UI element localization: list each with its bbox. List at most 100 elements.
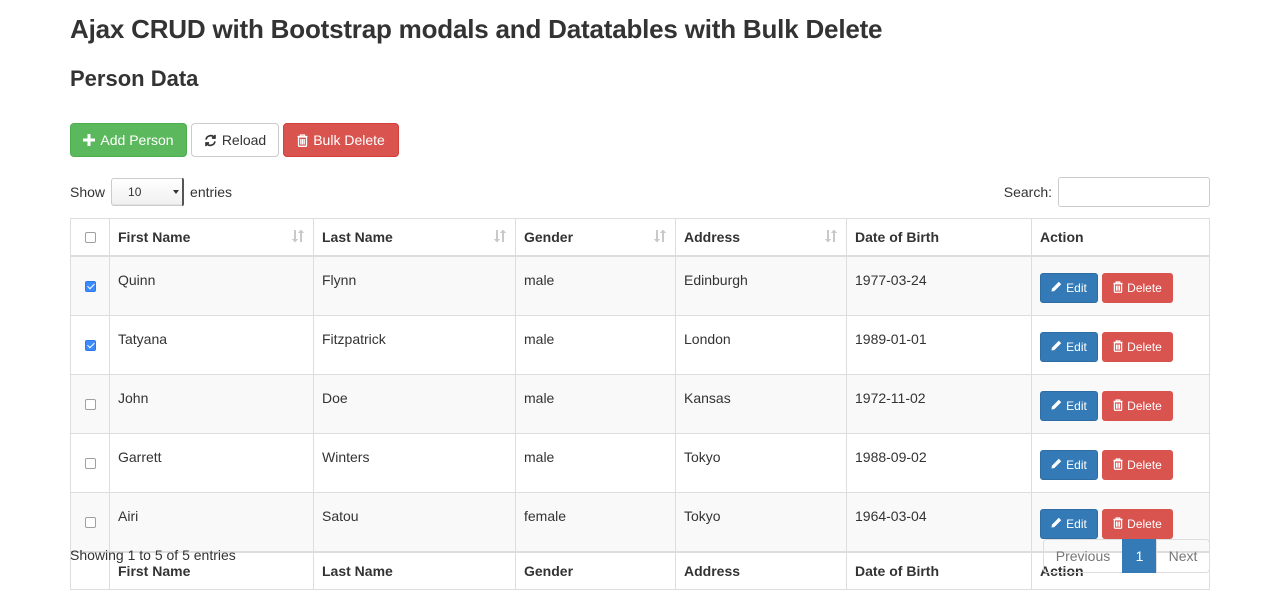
table-head: First Name Last Name Gender Address Date… — [70, 218, 1210, 257]
caret-down-icon — [173, 190, 180, 194]
sort-icon — [493, 229, 507, 246]
cell-address: Edinburgh — [675, 255, 847, 316]
next-page-button[interactable]: Next — [1156, 539, 1210, 573]
cell-date-of-birth: 1989-01-01 — [846, 315, 1032, 375]
table-footer-row: First Name Last Name Gender Address Date… — [70, 551, 1210, 590]
footer-address: Address — [675, 551, 847, 590]
header-first-name[interactable]: First Name — [109, 218, 314, 257]
edit-button[interactable]: Edit — [1040, 509, 1098, 539]
pagination: Previous 1 Next — [1043, 539, 1210, 573]
add-person-button[interactable]: Add Person — [70, 123, 187, 157]
cell-address: Tokyo — [675, 433, 847, 493]
select-all-checkbox[interactable] — [84, 231, 96, 243]
delete-label: Delete — [1127, 281, 1162, 295]
row-actions: Edit Delete — [1040, 387, 1201, 421]
show-label: Show — [70, 184, 106, 200]
edit-button[interactable]: Edit — [1040, 450, 1098, 480]
pencil-icon — [1051, 517, 1062, 531]
row-checkbox[interactable] — [84, 339, 96, 351]
cell-date-of-birth: 1964-03-04 — [846, 492, 1032, 553]
previous-page-button[interactable]: Previous — [1043, 539, 1123, 573]
entries-select[interactable]: 10 — [111, 178, 185, 206]
table-row: Tatyana Fitzpatrick male London 1989-01-01 Ed… — [70, 315, 1210, 375]
row-actions: Edit Delete — [1040, 446, 1201, 480]
refresh-icon — [204, 134, 217, 147]
header-select-all-cell — [70, 218, 110, 257]
table-row: Quinn Flynn male Edinburgh 1977-03-24 Edit Del… — [70, 255, 1210, 316]
cell-last-name: Flynn — [313, 255, 516, 316]
reload-label: Reload — [221, 132, 267, 148]
row-checkbox[interactable] — [84, 516, 96, 528]
cell-last-name: Satou — [313, 492, 516, 553]
row-select-cell — [70, 374, 110, 434]
cell-gender: male — [515, 255, 676, 316]
row-select-cell — [70, 433, 110, 493]
toolbar: Add Person Reload Bulk Delete — [70, 123, 399, 157]
edit-button[interactable]: Edit — [1040, 332, 1098, 362]
header-last-name[interactable]: Last Name — [313, 218, 516, 257]
trash-icon — [1113, 398, 1123, 414]
pencil-icon — [1051, 458, 1062, 472]
delete-button[interactable]: Delete — [1102, 450, 1173, 480]
edit-label: Edit — [1066, 399, 1087, 413]
search-label: Search: — [1003, 184, 1052, 200]
page-1-button[interactable]: 1 — [1122, 539, 1157, 573]
cell-action: Edit Delete — [1031, 315, 1210, 375]
cell-date-of-birth: 1977-03-24 — [846, 255, 1032, 316]
table-info: Showing 1 to 5 of 5 entries — [70, 547, 236, 563]
header-action: Action — [1031, 218, 1210, 257]
cell-date-of-birth: 1972-11-02 — [846, 374, 1032, 434]
cell-first-name: Quinn — [109, 255, 314, 316]
cell-first-name: Airi — [109, 492, 314, 553]
edit-label: Edit — [1066, 281, 1087, 295]
edit-button[interactable]: Edit — [1040, 273, 1098, 303]
delete-button[interactable]: Delete — [1102, 509, 1173, 539]
edit-button[interactable]: Edit — [1040, 391, 1098, 421]
header-address[interactable]: Address — [675, 218, 847, 257]
header-date-of-birth: Date of Birth — [846, 218, 1032, 257]
header-gender-label: Gender — [524, 229, 574, 245]
sort-icon — [291, 229, 305, 246]
section-title: Person Data — [70, 66, 199, 91]
table-body: Quinn Flynn male Edinburgh 1977-03-24 Edit Del… — [70, 255, 1210, 553]
trash-icon — [1113, 516, 1123, 532]
page-title: Ajax CRUD with Bootstrap modals and Data… — [70, 14, 883, 44]
reload-button[interactable]: Reload — [191, 123, 279, 157]
row-checkbox[interactable] — [84, 280, 96, 292]
plus-icon — [83, 134, 96, 146]
bulk-delete-button[interactable]: Bulk Delete — [283, 123, 399, 157]
sort-icon — [653, 229, 667, 246]
entries-length-control: Show 10 entries — [70, 178, 232, 206]
trash-icon — [1113, 457, 1123, 473]
search-input[interactable] — [1058, 177, 1210, 207]
row-checkbox[interactable] — [84, 457, 96, 469]
delete-label: Delete — [1127, 517, 1162, 531]
page: Ajax CRUD with Bootstrap modals and Data… — [0, 0, 1265, 616]
add-person-label: Add Person — [100, 132, 174, 148]
header-gender[interactable]: Gender — [515, 218, 676, 257]
table-row: Airi Satou female Tokyo 1964-03-04 Edit Delete — [70, 492, 1210, 553]
entries-label: entries — [190, 184, 233, 200]
cell-last-name: Doe — [313, 374, 516, 434]
table-row: Garrett Winters male Tokyo 1988-09-02 Edit Del… — [70, 433, 1210, 493]
cell-action: Edit Delete — [1031, 433, 1210, 493]
cell-last-name: Fitzpatrick — [313, 315, 516, 375]
cell-address: London — [675, 315, 847, 375]
trash-icon — [1113, 339, 1123, 355]
table-foot: First Name Last Name Gender Address Date… — [70, 551, 1210, 590]
table-row: John Doe male Kansas 1972-11-02 Edit Delete — [70, 374, 1210, 434]
delete-label: Delete — [1127, 458, 1162, 472]
row-actions: Edit Delete — [1040, 505, 1201, 539]
sort-icon — [824, 229, 838, 246]
delete-button[interactable]: Delete — [1102, 332, 1173, 362]
cell-action: Edit Delete — [1031, 255, 1210, 316]
row-checkbox[interactable] — [84, 398, 96, 410]
delete-button[interactable]: Delete — [1102, 273, 1173, 303]
delete-button[interactable]: Delete — [1102, 391, 1173, 421]
footer-last-name: Last Name — [313, 551, 516, 590]
cell-gender: female — [515, 492, 676, 553]
header-address-label: Address — [684, 229, 741, 245]
pencil-icon — [1051, 340, 1062, 354]
cell-gender: male — [515, 433, 676, 493]
row-select-cell — [70, 492, 110, 553]
